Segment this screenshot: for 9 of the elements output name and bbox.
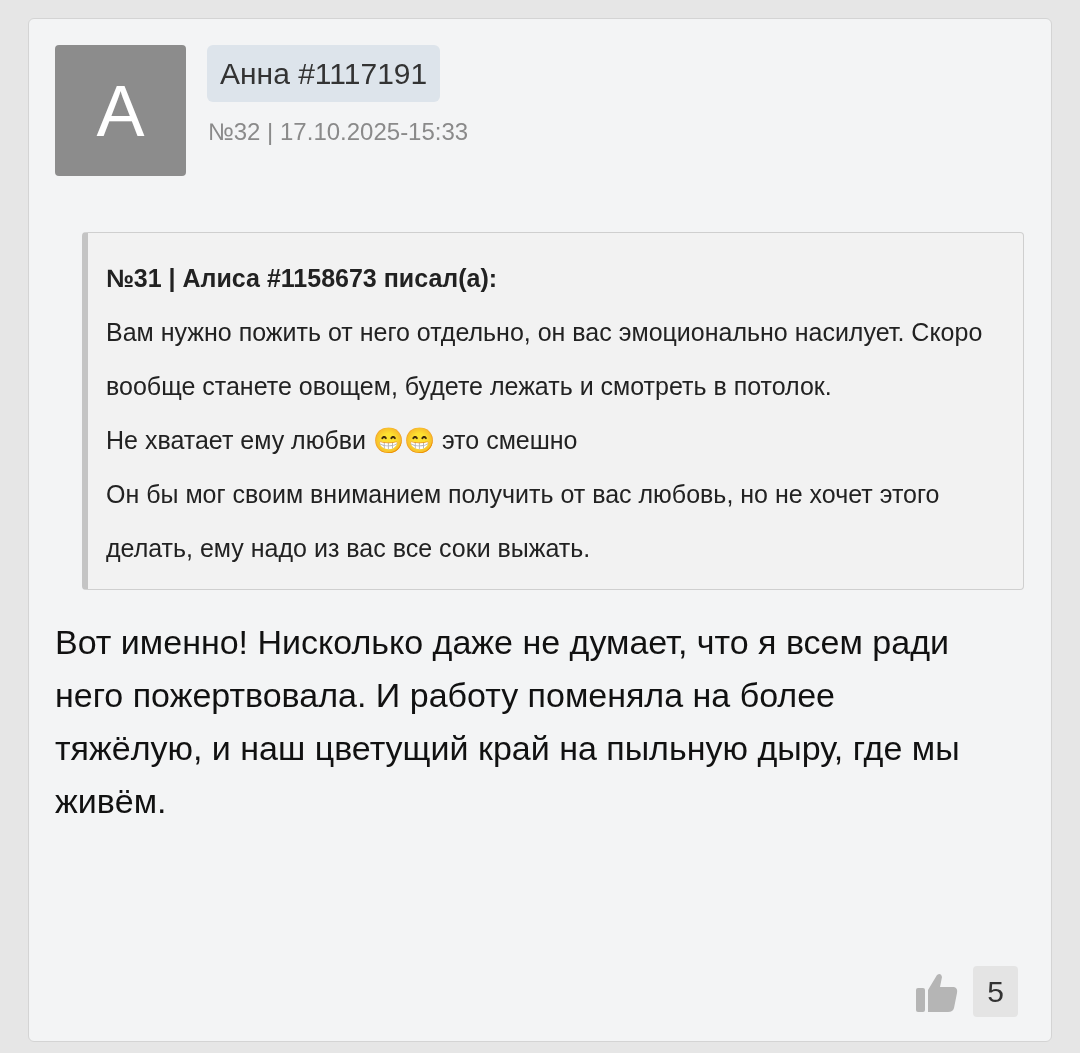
quote-header: №31 | Алиса #1158673 писал(а): (106, 263, 499, 294)
avatar: A (55, 45, 186, 176)
like-count: 5 (973, 966, 1018, 1017)
quote-text: Он бы мог своим вниманием получить от вас любовь, но не хочет этого делать, ему надо из вас все соки выжать. (106, 479, 941, 564)
post-text: Вот именно! Нисколько даже не думает, что я всем ради него пожертвовала. И работу поменяла на более тяжёлую, и наш цветущий край на пыльную дыру, где мы живём. (55, 622, 961, 822)
post-meta: №32 | 17.10.2025-15:33 (207, 117, 470, 147)
author-name[interactable]: Анна #1117191 (207, 45, 441, 102)
quote-text: Вам нужно пожить от него отдельно, он вас эмоционально насилует. Скоро вообще станете овощем, будете лежать и смотреть в потолок. (106, 317, 984, 402)
quote-text: Не хватает ему любви 😁😁 это смешно (106, 425, 579, 456)
